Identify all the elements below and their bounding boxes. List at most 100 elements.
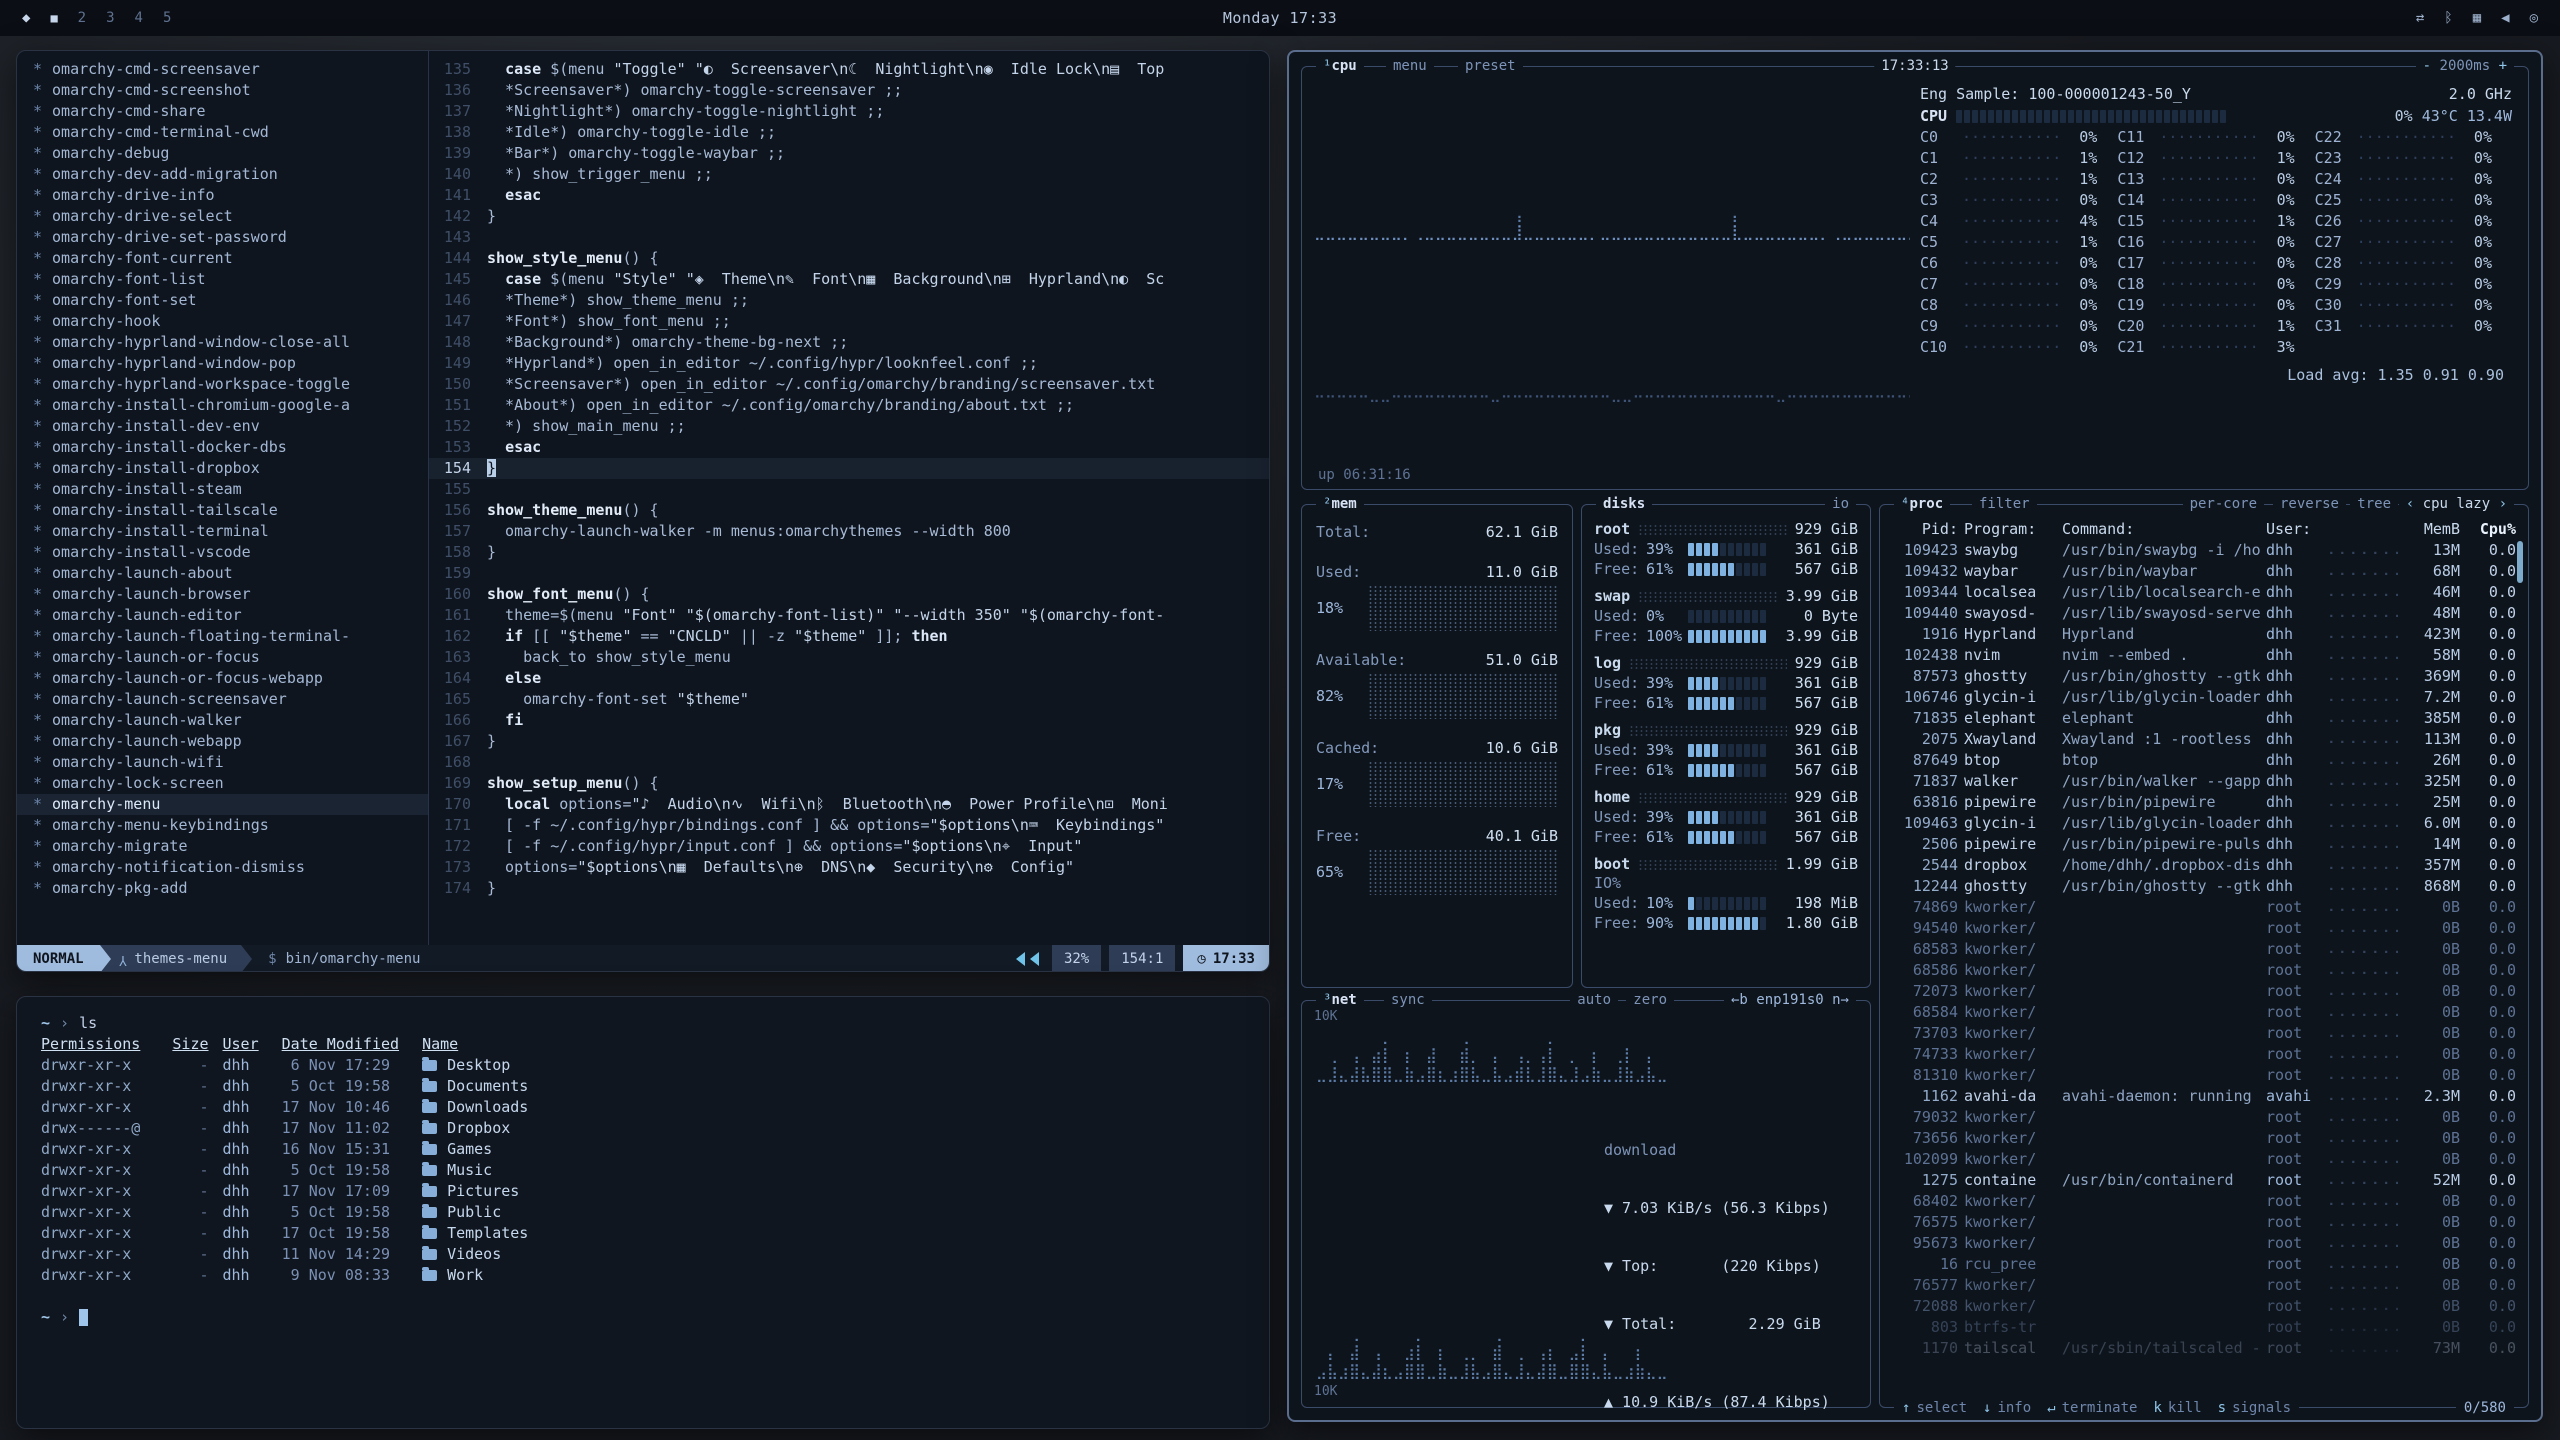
- process-row[interactable]: 76575kworker/root⠄⠄⠄⠄⠄⠄⠄⠄0B0.0: [1880, 1212, 2528, 1233]
- omarchy-logo-icon[interactable]: ◆: [22, 10, 30, 26]
- code-line[interactable]: 168: [429, 752, 1269, 773]
- code-line[interactable]: 148 *Background*) omarchy-theme-bg-next …: [429, 332, 1269, 353]
- file-tree-item[interactable]: *omarchy-cmd-share: [17, 101, 428, 122]
- footer-signals-button[interactable]: ssignals: [2218, 1398, 2291, 1418]
- process-row[interactable]: 71837walker/usr/bin/walker --gappldhh⠄⠄⠄…: [1880, 771, 2528, 792]
- code-line[interactable]: 143: [429, 227, 1269, 248]
- process-scrollbar[interactable]: [2517, 541, 2523, 583]
- power-icon[interactable]: ◎: [2530, 10, 2538, 26]
- file-tree-item[interactable]: *omarchy-cmd-screenshot: [17, 80, 428, 101]
- code-line[interactable]: 170 local options="♪ Audio\n∿ Wifi\nᛒ Bl…: [429, 794, 1269, 815]
- code-line[interactable]: 139 *Bar*) omarchy-toggle-waybar ;;: [429, 143, 1269, 164]
- process-row[interactable]: 102099kworker/root⠄⠄⠄⠄⠄⠄⠄⠄0B0.0: [1880, 1149, 2528, 1170]
- process-row[interactable]: 2075XwaylandXwayland :1 -rootless -dhh⠄⠄…: [1880, 729, 2528, 750]
- code-line[interactable]: 141 esac: [429, 185, 1269, 206]
- workspace-1-active[interactable]: ■: [50, 11, 57, 25]
- code-line[interactable]: 136 *Screensaver*) omarchy-toggle-screen…: [429, 80, 1269, 101]
- bluetooth-icon[interactable]: ᛒ: [2444, 10, 2452, 26]
- process-row[interactable]: 1916HyprlandHyprlanddhh⠄⠄⠄⠄⠄⠄⠄⠄423M0.0: [1880, 624, 2528, 645]
- file-tree-item[interactable]: *omarchy-font-set: [17, 290, 428, 311]
- process-row[interactable]: 63816pipewire/usr/bin/pipewiredhh⠄⠄⠄⠄⠄⠄⠄…: [1880, 792, 2528, 813]
- process-row[interactable]: 1162avahi-daavahi-daemon: running [avahi…: [1880, 1086, 2528, 1107]
- file-tree-item[interactable]: *omarchy-install-tailscale: [17, 500, 428, 521]
- process-row[interactable]: 1170tailscal/usr/sbin/tailscaled --root⠄…: [1880, 1338, 2528, 1359]
- file-tree-item[interactable]: *omarchy-launch-browser: [17, 584, 428, 605]
- process-row[interactable]: 87573ghostty/usr/bin/ghostty --gtk-dhh⠄⠄…: [1880, 666, 2528, 687]
- file-tree-item[interactable]: *omarchy-install-chromium-google-a: [17, 395, 428, 416]
- file-tree-item[interactable]: *omarchy-launch-or-focus-webapp: [17, 668, 428, 689]
- code-line[interactable]: 145 case $(menu "Style" "◈ Theme\n✎ Font…: [429, 269, 1269, 290]
- process-row[interactable]: 109440swayosd-/usr/lib/swayosd-serverdhh…: [1880, 603, 2528, 624]
- topbar-clock[interactable]: Monday 17:33: [1223, 9, 1337, 27]
- file-tree-item[interactable]: *omarchy-pkg-add: [17, 878, 428, 899]
- file-tree-item[interactable]: *omarchy-debug: [17, 143, 428, 164]
- tree-button[interactable]: tree: [2350, 494, 2398, 514]
- file-tree-item[interactable]: *omarchy-launch-screensaver: [17, 689, 428, 710]
- file-tree-item[interactable]: *omarchy-launch-walker: [17, 710, 428, 731]
- process-row[interactable]: 1275containe/usr/bin/containerdroot⠄⠄⠄⠄⠄…: [1880, 1170, 2528, 1191]
- process-row[interactable]: 102438nvimnvim --embed .dhh⠄⠄⠄⠄⠄⠄⠄⠄58M0.…: [1880, 645, 2528, 666]
- file-tree-item[interactable]: *omarchy-install-steam: [17, 479, 428, 500]
- code-line[interactable]: 151 *About*) open_in_editor ~/.config/om…: [429, 395, 1269, 416]
- code-line[interactable]: 169show_setup_menu() {: [429, 773, 1269, 794]
- process-row[interactable]: 2544dropbox/home/dhh/.dropbox-distdhh⠄⠄⠄…: [1880, 855, 2528, 876]
- process-row[interactable]: 109463glycin-i/usr/lib/glycin-loadersdhh…: [1880, 813, 2528, 834]
- network-interface-selector[interactable]: ←b enp191s0 n→: [1724, 990, 1856, 1010]
- preset-button[interactable]: preset: [1458, 56, 1523, 76]
- workspace-3[interactable]: 3: [106, 10, 114, 26]
- file-tree[interactable]: *omarchy-cmd-screensaver*omarchy-cmd-scr…: [17, 51, 429, 945]
- process-row[interactable]: 803btrfs-trroot⠄⠄⠄⠄⠄⠄⠄⠄0B0.0: [1880, 1317, 2528, 1338]
- file-tree-item[interactable]: *omarchy-launch-or-focus: [17, 647, 428, 668]
- code-line[interactable]: 166 fi: [429, 710, 1269, 731]
- process-row[interactable]: 72088kworker/root⠄⠄⠄⠄⠄⠄⠄⠄0B0.0: [1880, 1296, 2528, 1317]
- footer-info-button[interactable]: ↓info: [1983, 1398, 2031, 1418]
- process-row[interactable]: 73703kworker/root⠄⠄⠄⠄⠄⠄⠄⠄0B0.0: [1880, 1023, 2528, 1044]
- file-tree-item[interactable]: *omarchy-drive-set-password: [17, 227, 428, 248]
- file-tree-item[interactable]: *omarchy-menu-keybindings: [17, 815, 428, 836]
- process-row[interactable]: 109344localsea/usr/lib/localsearch-exdhh…: [1880, 582, 2528, 603]
- file-tree-item[interactable]: *omarchy-install-dev-env: [17, 416, 428, 437]
- file-tree-item[interactable]: *omarchy-hook: [17, 311, 428, 332]
- process-row[interactable]: 71835elephantelephantdhh⠄⠄⠄⠄⠄⠄⠄⠄385M0.0: [1880, 708, 2528, 729]
- io-mode-button[interactable]: io: [1825, 494, 1856, 514]
- file-tree-item[interactable]: *omarchy-cmd-terminal-cwd: [17, 122, 428, 143]
- keyboard-icon[interactable]: ▦: [2473, 10, 2481, 26]
- zero-button[interactable]: zero: [1626, 990, 1674, 1010]
- process-row[interactable]: 106746glycin-i/usr/lib/glycin-loadersdhh…: [1880, 687, 2528, 708]
- file-tree-item[interactable]: *omarchy-drive-select: [17, 206, 428, 227]
- process-row[interactable]: 87649btopbtopdhh⠄⠄⠄⠄⠄⠄⠄⠄26M0.0: [1880, 750, 2528, 771]
- file-tree-item[interactable]: *omarchy-menu: [17, 794, 428, 815]
- process-row[interactable]: 68586kworker/root⠄⠄⠄⠄⠄⠄⠄⠄0B0.0: [1880, 960, 2528, 981]
- file-tree-item[interactable]: *omarchy-launch-about: [17, 563, 428, 584]
- process-row[interactable]: 81310kworker/root⠄⠄⠄⠄⠄⠄⠄⠄0B0.0: [1880, 1065, 2528, 1086]
- screenshare-icon[interactable]: ⇄: [2416, 10, 2424, 26]
- column-cpu[interactable]: Cpu%: [2466, 519, 2516, 540]
- code-line[interactable]: 163 back_to show_style_menu: [429, 647, 1269, 668]
- column-program[interactable]: Program:: [1964, 519, 2056, 540]
- footer-select-button[interactable]: ↑select: [1902, 1398, 1967, 1418]
- workspace-2[interactable]: 2: [78, 10, 86, 26]
- code-line[interactable]: 135 case $(menu "Toggle" "◐ Screensaver\…: [429, 59, 1269, 80]
- file-tree-item[interactable]: *omarchy-hyprland-window-pop: [17, 353, 428, 374]
- workspace-4[interactable]: 4: [135, 10, 143, 26]
- process-row[interactable]: 109423swaybg/usr/bin/swaybg -i /homdhh⠄⠄…: [1880, 540, 2528, 561]
- file-tree-item[interactable]: *omarchy-font-list: [17, 269, 428, 290]
- workspace-5[interactable]: 5: [163, 10, 171, 26]
- file-tree-item[interactable]: *omarchy-migrate: [17, 836, 428, 857]
- code-line[interactable]: 164 else: [429, 668, 1269, 689]
- code-line[interactable]: 140 *) show_trigger_menu ;;: [429, 164, 1269, 185]
- code-line[interactable]: 156show_theme_menu() {: [429, 500, 1269, 521]
- code-line[interactable]: 150 *Screensaver*) open_in_editor ~/.con…: [429, 374, 1269, 395]
- file-tree-item[interactable]: *omarchy-cmd-screensaver: [17, 59, 428, 80]
- process-row[interactable]: 2506pipewire/usr/bin/pipewire-pulsedhh⠄⠄…: [1880, 834, 2528, 855]
- footer-kill-button[interactable]: kkill: [2153, 1398, 2201, 1418]
- code-line[interactable]: 155: [429, 479, 1269, 500]
- process-row[interactable]: 94540kworker/root⠄⠄⠄⠄⠄⠄⠄⠄0B0.0: [1880, 918, 2528, 939]
- footer-terminate-button[interactable]: ↵terminate: [2047, 1398, 2137, 1418]
- volume-icon[interactable]: ◀: [2501, 10, 2509, 26]
- process-row[interactable]: 68583kworker/root⠄⠄⠄⠄⠄⠄⠄⠄0B0.0: [1880, 939, 2528, 960]
- code-line[interactable]: 153 esac: [429, 437, 1269, 458]
- file-tree-item[interactable]: *omarchy-hyprland-window-close-all: [17, 332, 428, 353]
- code-line[interactable]: 137 *Nightlight*) omarchy-toggle-nightli…: [429, 101, 1269, 122]
- column-user[interactable]: User:: [2266, 519, 2322, 540]
